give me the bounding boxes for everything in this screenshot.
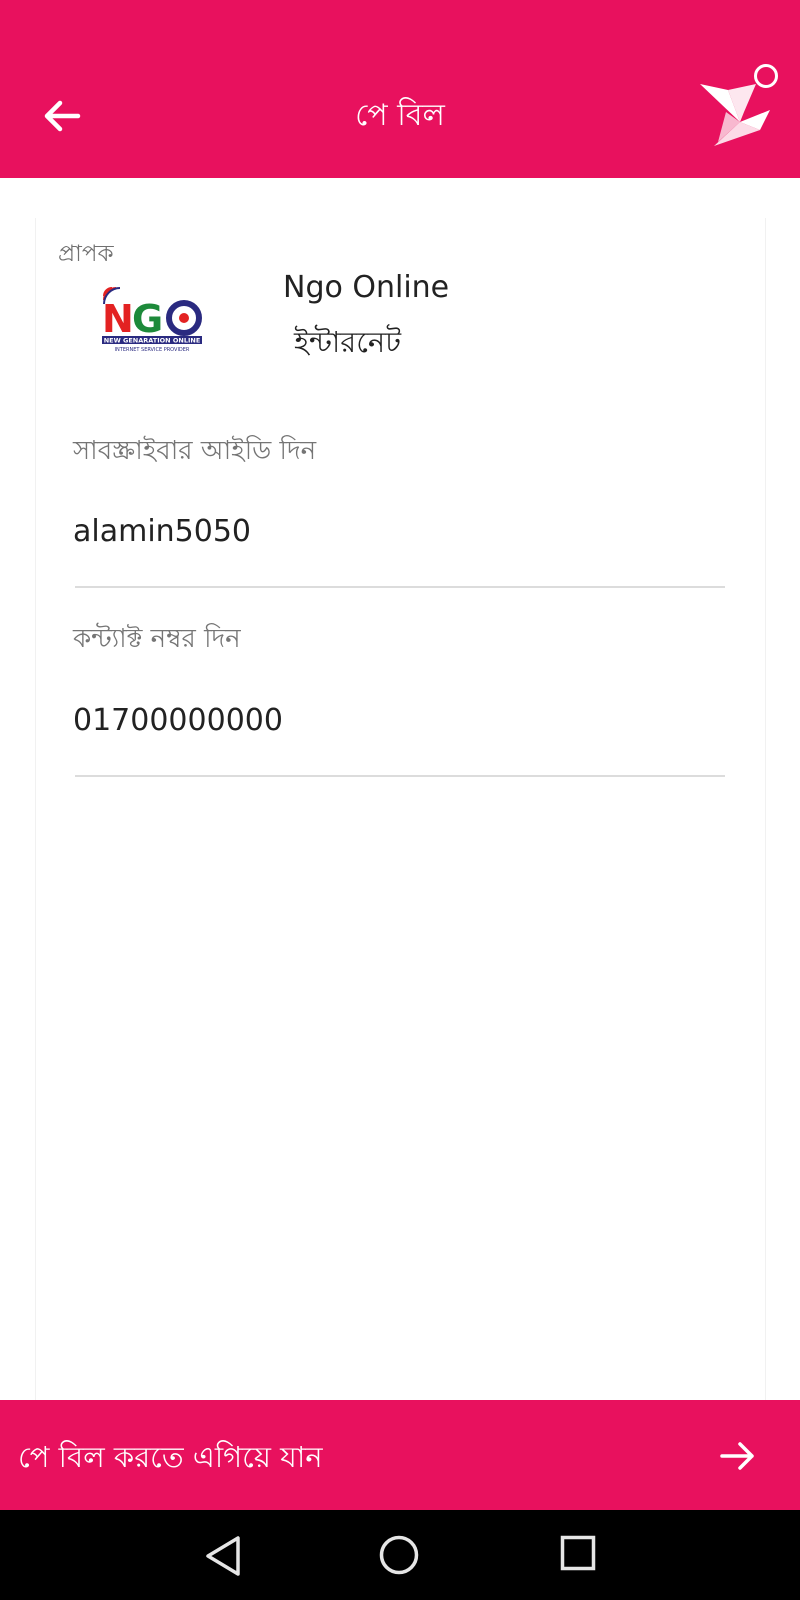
proceed-label: পে বিল করতে এগিয়ে যান [18,1440,323,1474]
ngo-logo-g: G [132,297,163,341]
ngo-logo-n: N [102,297,134,341]
form-card [35,218,766,1400]
biller-type: ইন্টারনেট [294,325,402,359]
subscriber-id-input[interactable]: alamin5050 [73,514,251,549]
contact-number-underline [75,775,725,777]
nav-recents-icon[interactable] [560,1535,596,1571]
page-title: পে বিল [355,98,445,133]
arrow-right-icon [720,1442,754,1470]
subscriber-id-underline [75,586,725,588]
ngo-logo-tagline: INTERNET SERVICE PROVIDER [115,347,190,353]
recipient-label: প্রাপক [58,241,114,267]
contact-number-input[interactable]: 01700000000 [73,703,283,738]
app-header: পে বিল [0,0,800,178]
ngo-logo: N G NEW GENARATION ONLINE INTERNET SERVI… [102,287,202,353]
ring-icon [754,64,778,88]
contact-number-label: কন্ট্যাক্ট নম্বর দিন [73,624,241,654]
biller-name: Ngo Online [283,270,450,305]
system-nav-bar [0,1510,800,1600]
proceed-button[interactable]: পে বিল করতে এগিয়ে যান [0,1400,800,1510]
subscriber-id-label: সাবস্ক্রাইবার আইডি দিন [73,436,317,466]
origami-bird-icon [700,84,770,146]
nav-back-icon[interactable] [204,1534,244,1578]
ngo-logo-subtitle: NEW GENARATION ONLINE [104,337,201,345]
nav-home-icon[interactable] [378,1534,420,1576]
